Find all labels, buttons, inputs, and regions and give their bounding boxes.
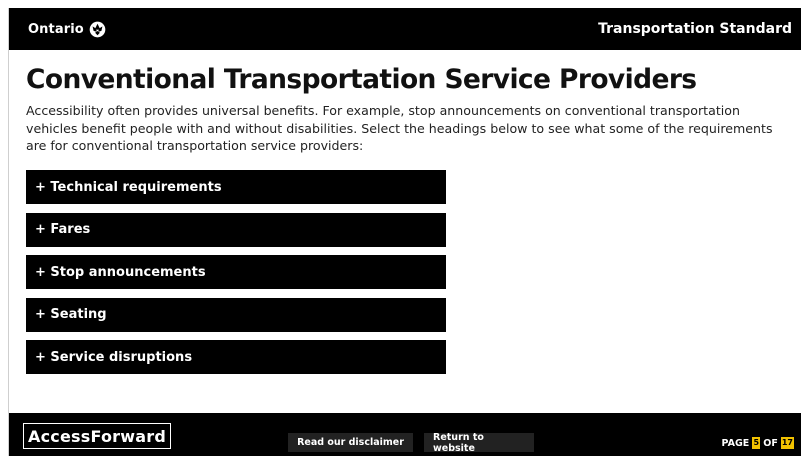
app-frame: Ontario Transportation Standard Conventi… [8,8,801,456]
page-current: 5 [752,437,761,449]
accessforward-logo: AccessForward [23,423,171,449]
page-title: Conventional Transportation Service Prov… [26,64,697,95]
accordion-label: + Stop announcements [35,264,206,280]
page-total: 17 [780,437,794,449]
ontario-brand: Ontario [28,21,106,38]
accordion-technical-requirements[interactable]: + Technical requirements [26,170,446,204]
brand-text: Ontario [28,21,84,37]
accordion-fares[interactable]: + Fares [26,212,446,247]
accordion-label: + Service disruptions [35,349,193,365]
page-indicator: PAGE 5 OF 17 [722,437,794,449]
accordion-stop-announcements[interactable]: + Stop announcements [26,255,446,289]
page-prefix: PAGE [721,437,750,449]
standard-title: Transportation Standard [598,21,792,37]
page-of: OF [763,437,778,449]
disclaimer-button[interactable]: Read our disclaimer [288,433,413,452]
main-content: Conventional Transportation Service Prov… [26,64,796,155]
accordion-list: + Technical requirements + Fares + Stop … [26,170,446,383]
return-to-website-button[interactable]: Return to website [424,432,534,454]
accordion-label: + Seating [35,307,107,322]
accordion-label: + Fares [35,222,91,237]
trillium-icon [89,21,106,37]
accordion-label: + Technical requirements [35,179,222,195]
footer-bar: AccessForward Read our disclaimer Return… [9,413,801,456]
top-bar: Ontario Transportation Standard [9,8,801,50]
accordion-seating[interactable]: + Seating [26,297,446,332]
intro-text: Accessibility often provides universal b… [26,103,773,153]
accordion-service-disruptions[interactable]: + Service disruptions [26,340,446,374]
